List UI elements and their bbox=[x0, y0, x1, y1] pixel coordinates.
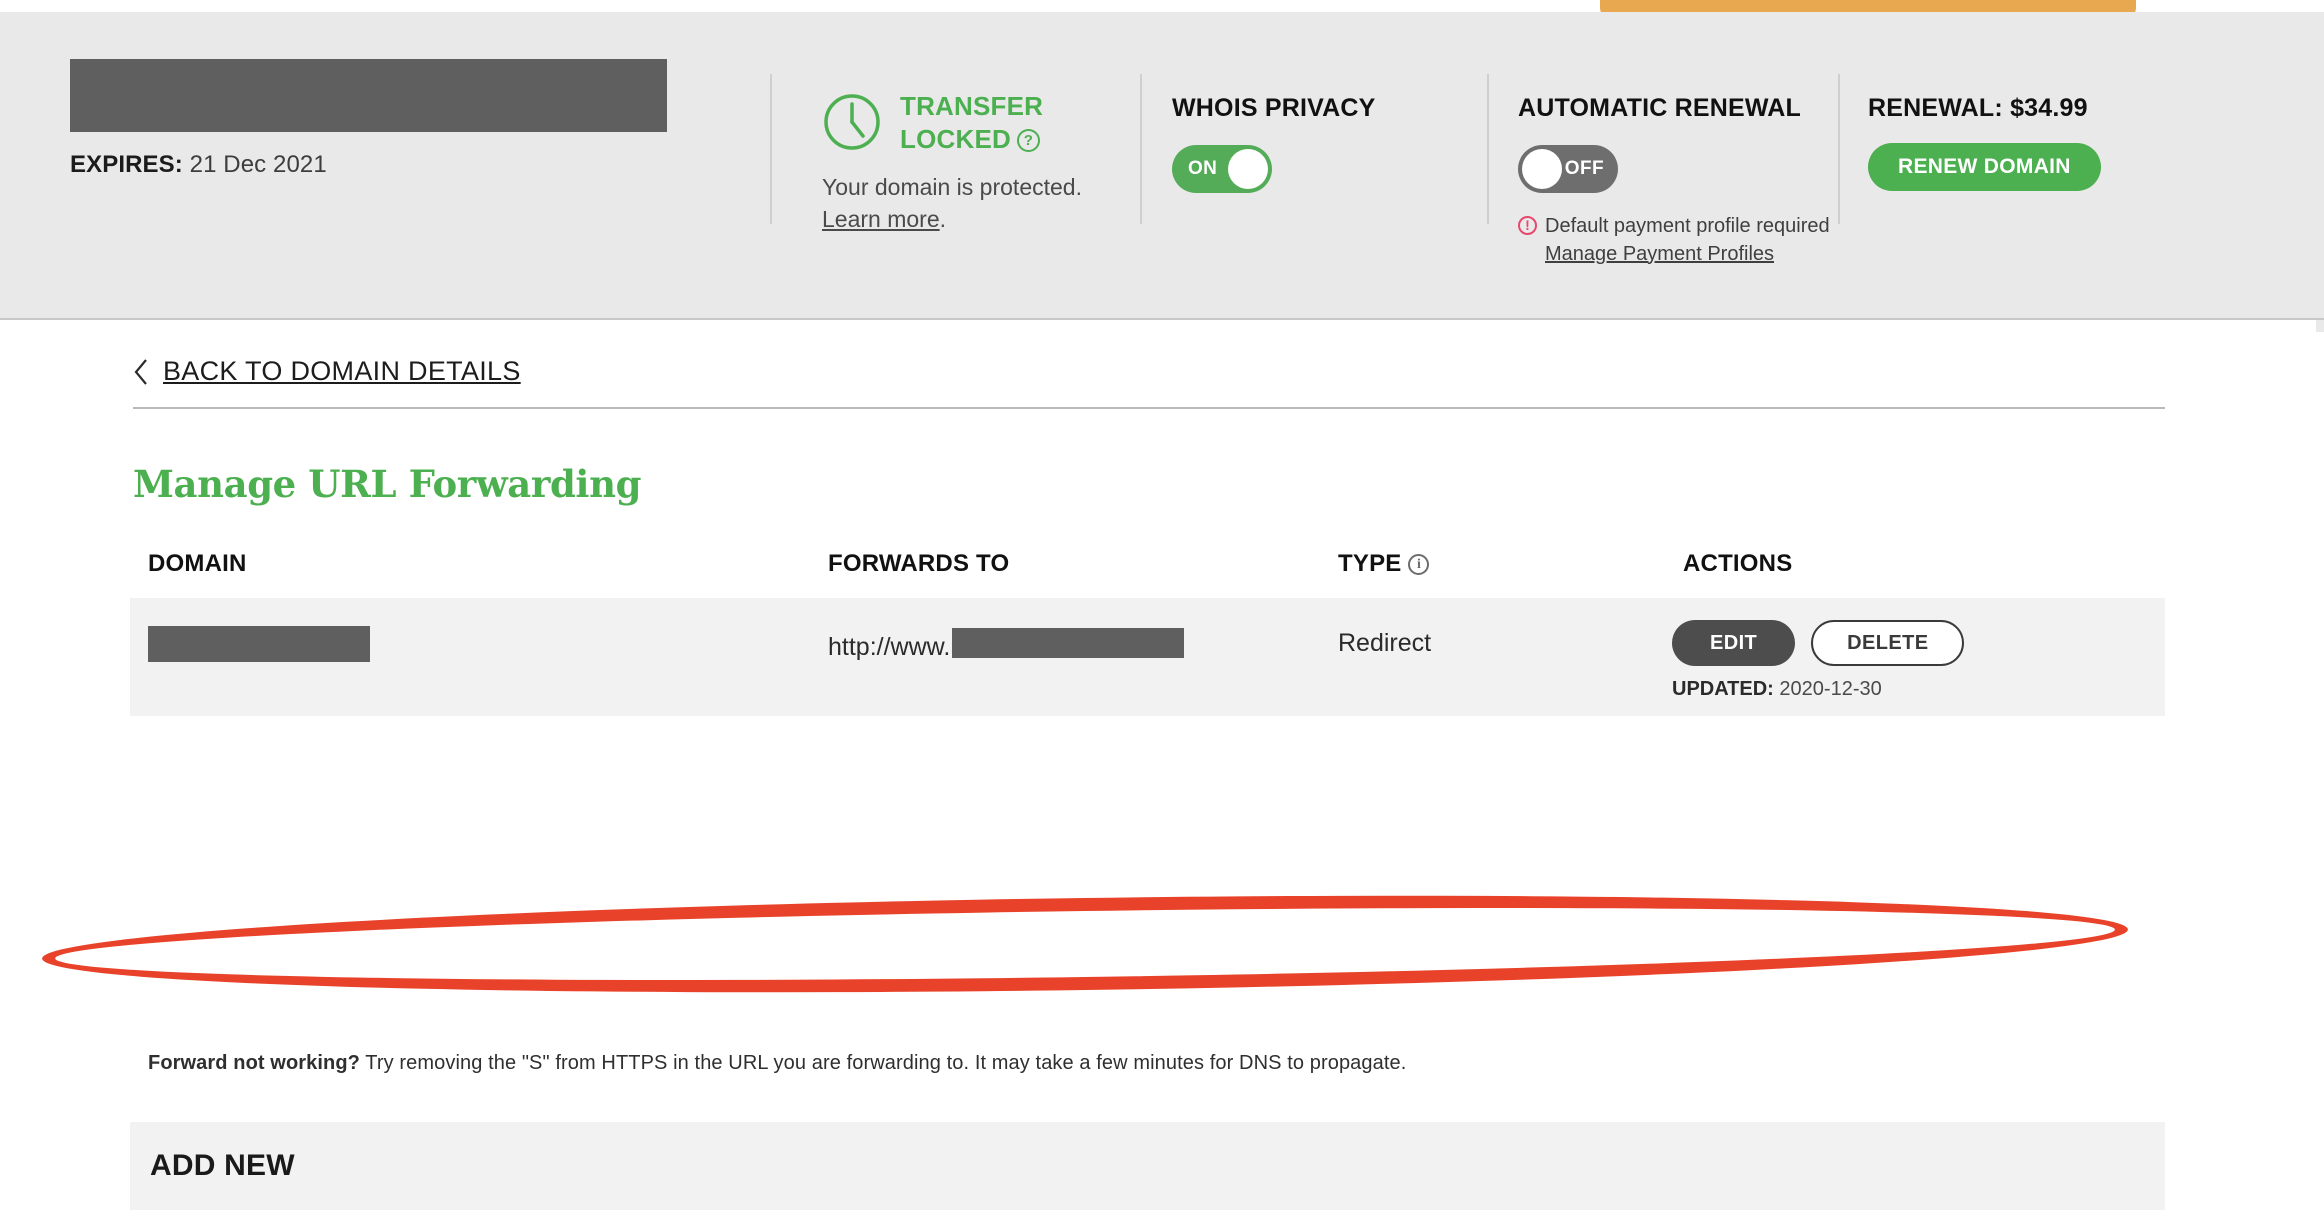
divider-1 bbox=[770, 74, 772, 224]
auto-renewal-toggle-state: OFF bbox=[1564, 158, 1604, 179]
payment-profile-warning-text: Default payment profile required Manage … bbox=[1545, 213, 1830, 268]
forwards-to-prefix: http://www. bbox=[828, 633, 951, 661]
expires-value: 21 Dec 2021 bbox=[189, 151, 327, 178]
whois-privacy-toggle[interactable]: ON bbox=[1172, 145, 1272, 193]
transfer-lock-subtitle-text: Your domain is protected. bbox=[822, 174, 1082, 200]
forwards-to-redacted bbox=[952, 628, 1185, 658]
divider-4 bbox=[1838, 74, 1840, 224]
updated-label: UPDATED: bbox=[1672, 678, 1774, 700]
note-rest: Try removing the "S" from HTTPS in the U… bbox=[360, 1052, 1407, 1074]
domain-expiry: EXPIRES: 21 Dec 2021 bbox=[70, 151, 667, 179]
cell-actions: EDIT DELETE bbox=[1672, 620, 1965, 666]
updated-value: 2020-12-30 bbox=[1779, 678, 1882, 700]
learn-more-period: . bbox=[939, 206, 947, 233]
table-row: http://www. Redirect EDIT DELETE UPDATED… bbox=[130, 598, 2165, 716]
back-link-label: BACK TO DOMAIN DETAILS bbox=[163, 356, 521, 386]
whois-toggle-state: ON bbox=[1188, 158, 1218, 179]
transfer-lock-section: TRANSFER LOCKED? Your domain is protecte… bbox=[822, 90, 1152, 235]
renewal-price-section: RENEWAL: $34.99 RENEW DOMAIN bbox=[1868, 94, 2101, 191]
column-header-forwards-to: FORWARDS TO bbox=[828, 550, 1010, 577]
auto-renewal-toggle-knob bbox=[1522, 149, 1562, 189]
divider-3 bbox=[1487, 74, 1489, 224]
expires-label: EXPIRES: bbox=[70, 151, 183, 178]
renewal-price-heading: RENEWAL: $34.99 bbox=[1868, 94, 2088, 122]
alert-circle-icon: ! bbox=[1518, 216, 1537, 235]
renew-domain-button[interactable]: RENEW DOMAIN bbox=[1868, 143, 2101, 191]
topbar-bottom-border bbox=[0, 318, 2324, 320]
add-new-panel: ADD NEW DOMAIN . Leave subdomain blank f… bbox=[130, 1122, 2165, 1210]
column-header-domain: DOMAIN bbox=[148, 550, 247, 577]
cell-forwards-to: http://www. bbox=[828, 628, 1185, 662]
chevron-left-icon bbox=[133, 358, 149, 386]
info-icon[interactable]: i bbox=[1408, 554, 1430, 575]
help-icon[interactable]: ? bbox=[1016, 129, 1040, 153]
annotation-ellipse bbox=[41, 883, 2129, 1005]
whois-toggle-knob bbox=[1228, 149, 1268, 189]
automatic-renewal-toggle[interactable]: OFF bbox=[1518, 145, 1618, 193]
column-header-actions: ACTIONS bbox=[1683, 550, 1793, 577]
domain-name-redacted bbox=[70, 59, 667, 132]
forwarding-help-note: Forward not working? Try removing the "S… bbox=[148, 1052, 1406, 1075]
payment-profile-warning: ! Default payment profile required Manag… bbox=[1518, 213, 1848, 268]
cell-domain bbox=[148, 626, 370, 662]
page-root: EXPIRES: 21 Dec 2021 TRANSFER LOCKED ? Y… bbox=[0, 0, 2324, 1210]
automatic-renewal-section: AUTOMATIC RENEWAL OFF ! Default payment … bbox=[1518, 94, 1848, 268]
page-title: Manage URL Forwarding bbox=[133, 462, 642, 506]
row-domain-redacted bbox=[148, 626, 370, 662]
column-header-type: TYPE i bbox=[1338, 550, 1430, 578]
cell-type: Redirect bbox=[1338, 629, 1432, 657]
cell-updated: UPDATED: 2020-12-30 bbox=[1672, 678, 1882, 701]
manage-payment-profiles-link[interactable]: Manage Payment Profiles bbox=[1545, 241, 1830, 269]
transfer-lock-subtitle: Your domain is protected. Learn more. bbox=[822, 171, 1152, 235]
table-header-row: DOMAIN FORWARDS TO TYPE i ACTIONS bbox=[148, 550, 2165, 598]
scroll-gutter bbox=[2316, 24, 2324, 332]
divider-2 bbox=[1140, 74, 1142, 224]
transfer-lock-title: TRANSFER LOCKED? bbox=[900, 90, 1070, 157]
header-divider bbox=[133, 407, 2165, 409]
whois-privacy-heading: WHOIS PRIVACY bbox=[1172, 94, 1376, 122]
payment-warning-label: Default payment profile required bbox=[1545, 215, 1830, 237]
clock-icon bbox=[822, 92, 882, 157]
note-bold: Forward not working? bbox=[148, 1052, 360, 1074]
url-forwarding-table: DOMAIN FORWARDS TO TYPE i ACTIONS http://… bbox=[0, 550, 2324, 716]
delete-button[interactable]: DELETE bbox=[1811, 620, 1965, 666]
domain-name-block: EXPIRES: 21 Dec 2021 bbox=[70, 59, 667, 179]
add-new-title: ADD NEW bbox=[150, 1149, 295, 1182]
domain-summary-bar: EXPIRES: 21 Dec 2021 TRANSFER LOCKED ? Y… bbox=[0, 12, 2324, 332]
automatic-renewal-heading: AUTOMATIC RENEWAL bbox=[1518, 94, 1802, 122]
whois-privacy-section: WHOIS PRIVACY ON bbox=[1172, 94, 1376, 193]
back-to-domain-details-link[interactable]: BACK TO DOMAIN DETAILS bbox=[133, 356, 521, 387]
column-header-type-label: TYPE bbox=[1338, 550, 1402, 577]
learn-more-link[interactable]: Learn more bbox=[822, 206, 940, 232]
edit-button[interactable]: EDIT bbox=[1672, 620, 1796, 666]
